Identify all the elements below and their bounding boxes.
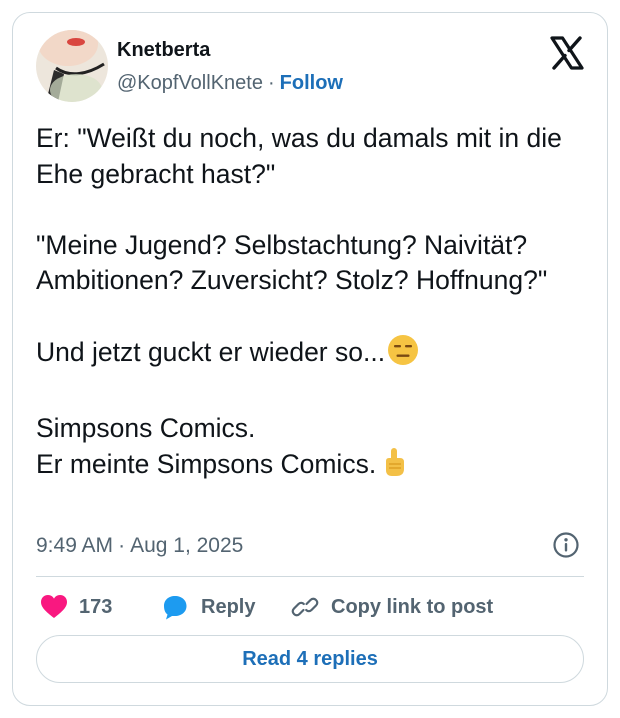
author-handle-row: @KopfVollKnete · Follow	[117, 71, 343, 95]
reply-label: Reply	[201, 595, 256, 618]
expressionless-face-icon	[387, 334, 419, 376]
tweet-line: Er meinte Simpsons Comics.	[36, 447, 592, 487]
like-count: 173	[79, 595, 113, 618]
tweet-text: Er: "Weißt du noch, was du damals mit in…	[36, 121, 592, 486]
link-icon	[291, 597, 319, 617]
author-name[interactable]: Knetberta	[117, 38, 210, 62]
tweet-line: Und jetzt guckt er wieder so...	[36, 334, 592, 376]
divider	[36, 576, 584, 577]
reply-bubble-icon	[164, 596, 187, 620]
author-handle[interactable]: @KopfVollKnete	[117, 72, 263, 94]
tweet-time: 9:49 AM	[36, 534, 114, 557]
tweet-date: Aug 1, 2025	[130, 534, 244, 557]
tweet-line: Er: "Weißt du noch, was du damals mit in…	[36, 123, 562, 189]
read-replies-label: Read 4 replies	[242, 647, 378, 670]
x-logo-icon[interactable]	[549, 35, 585, 71]
read-replies-button[interactable]: Read 4 replies	[36, 635, 584, 683]
tweet-line: "Meine Jugend? Selbstachtung? Naivität? …	[36, 229, 548, 296]
copy-link-button[interactable]: Copy link to post	[291, 591, 493, 623]
reply-button[interactable]: Reply	[161, 591, 255, 623]
info-icon[interactable]	[552, 531, 580, 559]
copy-link-label: Copy link to post	[331, 595, 494, 618]
tweet-line-text: Er meinte Simpsons Comics.	[36, 448, 377, 479]
like-button[interactable]: 173	[41, 591, 112, 623]
tweet-card: Knetberta @KopfVollKnete · Follow Er: "Wei…	[12, 12, 608, 706]
tweet-line: Simpsons Comics.	[36, 413, 256, 443]
timestamp-separator: ·	[118, 534, 126, 557]
tweet-line-text: Und jetzt guckt er wieder so...	[36, 337, 386, 367]
pointing-up-hand-icon	[382, 447, 406, 487]
avatar[interactable]	[36, 30, 108, 102]
tweet-timestamp[interactable]: 9:49 AM · Aug 1, 2025	[36, 533, 243, 559]
handle-separator: ·	[267, 72, 275, 94]
heart-icon	[41, 595, 67, 618]
follow-button[interactable]: Follow	[280, 72, 343, 94]
